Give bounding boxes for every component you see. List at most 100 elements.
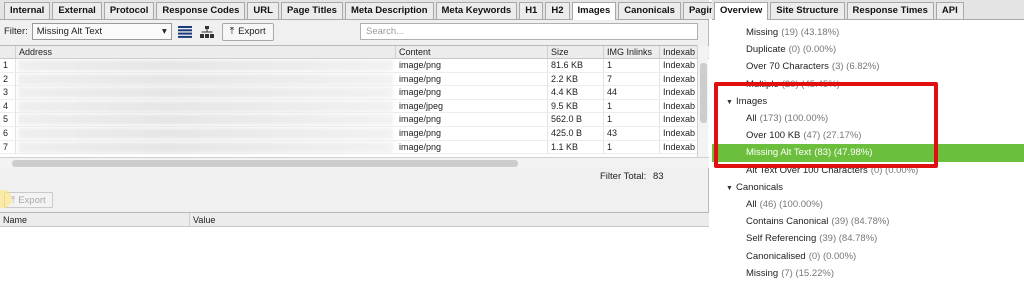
tab-protocol[interactable]: Protocol bbox=[103, 2, 155, 19]
scrollbar-thumb[interactable] bbox=[700, 63, 707, 123]
right-tab-bar: Overview Site Structure Response Times API bbox=[712, 0, 1024, 20]
cell-index: Indexab bbox=[660, 140, 698, 154]
redacted-address bbox=[18, 114, 393, 126]
table-row[interactable]: 2 image/png 2.2 KB 7 Indexab bbox=[0, 72, 709, 87]
redacted-address bbox=[18, 127, 393, 139]
tab-site-structure[interactable]: Site Structure bbox=[770, 2, 845, 19]
tree-item-label: Missing bbox=[746, 27, 779, 38]
tree-item[interactable]: Missing (7) (15.22%) bbox=[712, 265, 1024, 283]
tree-item-count: (39) (84.78%) bbox=[831, 216, 890, 228]
tab-url[interactable]: URL bbox=[247, 2, 279, 19]
tree-item-count: (7) (15.22%) bbox=[781, 267, 835, 279]
tab-h2[interactable]: H2 bbox=[545, 2, 570, 19]
tab-internal[interactable]: Internal bbox=[4, 2, 51, 19]
tree-item-label: Canonicals bbox=[736, 181, 783, 193]
tab-meta-keywords[interactable]: Meta Keywords bbox=[435, 2, 518, 19]
column-header-index[interactable] bbox=[0, 46, 16, 59]
cell-num: 2 bbox=[0, 72, 16, 86]
list-view-icon[interactable] bbox=[176, 23, 194, 41]
tab-external[interactable]: External bbox=[52, 2, 102, 19]
export-button[interactable]: ⤒ Export bbox=[221, 22, 274, 41]
tab-canonicals[interactable]: Canonicals bbox=[618, 2, 681, 19]
cell-inlinks: 1 bbox=[604, 140, 660, 154]
tree-section[interactable]: ▼ Canonicals bbox=[712, 179, 1024, 197]
tab-response-codes[interactable]: Response Codes bbox=[156, 2, 246, 19]
filter-select[interactable]: Missing Alt Text ▾ bbox=[31, 23, 172, 40]
redacted-address bbox=[18, 87, 393, 99]
filter-label: Filter: bbox=[4, 26, 28, 37]
column-header-size[interactable]: Size bbox=[548, 46, 604, 59]
tree-item-label: Canonicalised bbox=[746, 250, 806, 262]
redacted-address bbox=[18, 73, 393, 85]
tree-item-count: (39) (84.78%) bbox=[819, 233, 878, 245]
tree-item[interactable]: Over 70 Characters (3) (6.82%) bbox=[712, 58, 1024, 76]
cell-size: 81.6 KB bbox=[548, 59, 604, 72]
table-row[interactable]: 7 image/png 1.1 KB 1 Indexab bbox=[0, 140, 709, 155]
tab-images[interactable]: Images bbox=[571, 2, 617, 20]
tab-api[interactable]: API bbox=[935, 2, 964, 19]
tab-page-titles[interactable]: Page Titles bbox=[280, 2, 343, 19]
tab-meta-description[interactable]: Meta Description bbox=[344, 2, 434, 19]
redacted-address bbox=[18, 100, 393, 112]
details-table: Name Value bbox=[0, 212, 709, 278]
tab-overview[interactable]: Overview bbox=[714, 2, 769, 20]
tree-item[interactable]: Duplicate (0) (0.00%) bbox=[712, 41, 1024, 59]
cell-num: 7 bbox=[0, 140, 16, 154]
cell-num: 3 bbox=[0, 86, 16, 100]
tree-view-icon[interactable] bbox=[198, 23, 216, 41]
cell-content: image/png bbox=[396, 140, 548, 154]
cell-num: 6 bbox=[0, 126, 16, 140]
column-header-content[interactable]: Content bbox=[396, 46, 548, 59]
cell-num: 5 bbox=[0, 113, 16, 127]
tree-item-count: (46) (100.00%) bbox=[759, 199, 823, 210]
filter-total: Filter Total: 83 bbox=[600, 171, 664, 182]
table-row[interactable]: 6 image/png 425.0 B 43 Indexab bbox=[0, 126, 709, 141]
column-header-name[interactable]: Name bbox=[0, 213, 190, 227]
scrollbar-thumb[interactable] bbox=[12, 160, 518, 167]
tree-item[interactable]: Missing (19) (43.18%) bbox=[712, 24, 1024, 42]
cell-size: 425.0 B bbox=[548, 126, 604, 140]
cell-size: 9.5 KB bbox=[548, 99, 604, 113]
cell-inlinks: 1 bbox=[604, 99, 660, 113]
redacted-address bbox=[18, 141, 393, 153]
column-header-indexability[interactable]: Indexab bbox=[660, 46, 698, 59]
tree-item-label: All bbox=[746, 199, 757, 210]
table-header: Address Content Size IMG Inlinks Indexab bbox=[0, 46, 709, 59]
details-toolbar: ⤒ Export bbox=[0, 190, 709, 210]
tab-response-times[interactable]: Response Times bbox=[846, 2, 934, 19]
cell-index: Indexab bbox=[660, 126, 698, 140]
table-row[interactable]: 4 image/jpeg 9.5 KB 1 Indexab bbox=[0, 99, 709, 114]
export-label: Export bbox=[238, 26, 266, 37]
cell-inlinks: 1 bbox=[604, 59, 660, 72]
tree-item[interactable]: Canonicalised (0) (0.00%) bbox=[712, 248, 1024, 266]
highlight-box bbox=[714, 82, 938, 168]
tree-item-label: Duplicate bbox=[746, 44, 786, 56]
tree-item-label: Self Referencing bbox=[746, 233, 817, 245]
cell-index: Indexab bbox=[660, 72, 698, 86]
tree-item-label: Over 70 Characters bbox=[746, 61, 829, 73]
search-input[interactable]: Search... bbox=[360, 23, 698, 40]
column-header-value[interactable]: Value bbox=[190, 213, 709, 227]
horizontal-scrollbar[interactable] bbox=[0, 157, 709, 168]
tab-bar: Internal External Protocol Response Codes UR… bbox=[0, 0, 785, 20]
tree-item[interactable]: All (46) (100.00%) bbox=[712, 196, 1024, 214]
cell-inlinks: 43 bbox=[604, 126, 660, 140]
cell-index: Indexab bbox=[660, 86, 698, 100]
details-header: Name Value bbox=[0, 213, 709, 227]
column-header-img-inlinks[interactable]: IMG Inlinks bbox=[604, 46, 660, 59]
tree-item[interactable]: Contains Canonical (39) (84.78%) bbox=[712, 213, 1024, 231]
cell-content: image/png bbox=[396, 113, 548, 127]
table-row[interactable]: 3 image/png 4.4 KB 44 Indexab bbox=[0, 86, 709, 100]
tab-h1[interactable]: H1 bbox=[519, 2, 544, 19]
column-header-address[interactable]: Address bbox=[16, 46, 396, 59]
vertical-scrollbar[interactable] bbox=[697, 45, 708, 157]
cell-content: image/jpeg bbox=[396, 99, 548, 113]
tree-item-label: Missing bbox=[746, 267, 779, 279]
cell-content: image/png bbox=[396, 126, 548, 140]
table-row[interactable]: 1 image/png 81.6 KB 1 Indexab bbox=[0, 59, 709, 73]
tree-item[interactable]: Self Referencing (39) (84.78%) bbox=[712, 230, 1024, 248]
cell-num: 1 bbox=[0, 59, 16, 72]
table-row[interactable]: 5 image/png 562.0 B 1 Indexab bbox=[0, 113, 709, 127]
filter-toolbar: Filter: Missing Alt Text ▾ ⤒ Export Sear… bbox=[0, 20, 709, 43]
chevron-down-icon: ▾ bbox=[161, 26, 167, 37]
